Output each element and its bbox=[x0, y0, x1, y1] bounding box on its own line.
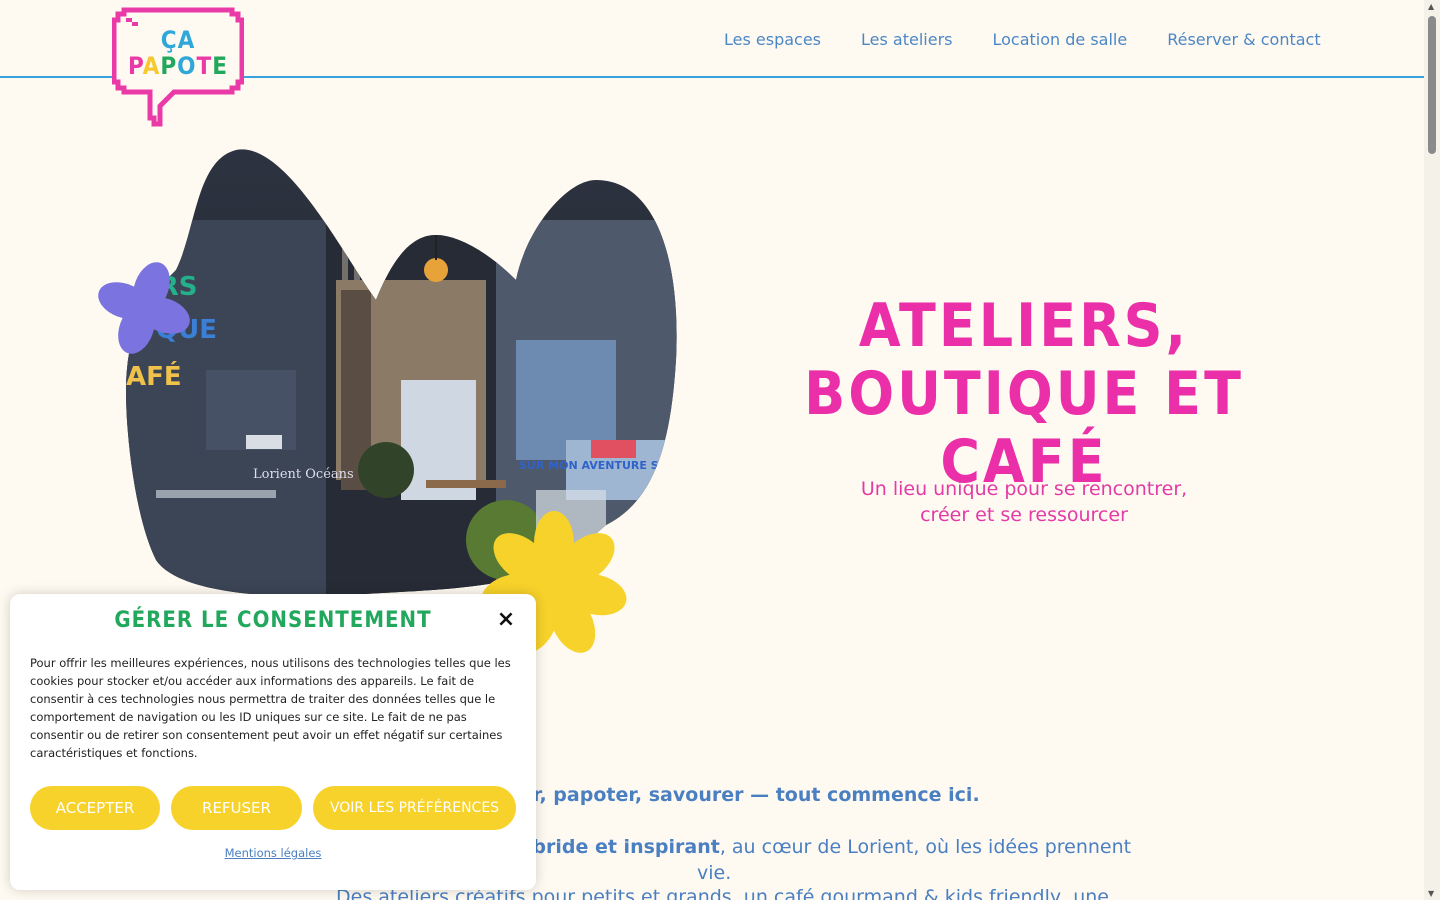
consent-title: GÉRER LE CONSENTEMENT bbox=[114, 608, 432, 633]
intro-tagline: er, papoter, savourer — tout commence ic… bbox=[520, 784, 980, 806]
logo-line2: PAPOTE bbox=[112, 54, 244, 78]
logo-letter: A bbox=[142, 52, 161, 80]
accept-button[interactable]: Accepter bbox=[30, 786, 160, 830]
intro-paragraph-line3: vie. bbox=[697, 862, 732, 884]
logo-letter: O bbox=[177, 52, 197, 80]
intro-rest: , au cœur de Lorient, où les idées prenn… bbox=[719, 836, 1132, 858]
close-icon[interactable]: × bbox=[494, 608, 518, 632]
logo-line1: ÇA bbox=[160, 26, 196, 54]
nav-espaces[interactable]: Les espaces bbox=[724, 30, 821, 50]
chevron-down-icon[interactable]: ▼ bbox=[1428, 889, 1434, 898]
refuse-button[interactable]: Refuser bbox=[171, 786, 302, 830]
logo-letter: P bbox=[160, 52, 178, 80]
hero-title: ATELIERS, BOUTIQUE ET CAFÉ bbox=[740, 292, 1308, 496]
nav-location[interactable]: Location de salle bbox=[992, 30, 1127, 50]
preferences-button[interactable]: Voir les préférences bbox=[313, 786, 516, 830]
scroll-thumb[interactable] bbox=[1428, 16, 1436, 154]
nav-reserver-contact[interactable]: Réserver & contact bbox=[1167, 30, 1320, 50]
hero-title-line1: ATELIERS, bbox=[858, 291, 1190, 361]
hero-subtitle: Un lieu unique pour se rencontrer, créer… bbox=[824, 476, 1224, 528]
consent-text: Pour offrir les meilleures expériences, … bbox=[30, 656, 511, 760]
photo-caption: Lorient Océans bbox=[253, 467, 354, 482]
main-nav: Les espaces Les ateliers Location de sal… bbox=[724, 30, 1321, 50]
logo-letter: T bbox=[196, 52, 213, 80]
consent-modal: GÉRER LE CONSENTEMENT × Pour offrir les … bbox=[10, 594, 536, 890]
intro-bold: ybride et inspirant bbox=[520, 836, 720, 858]
scrollbar[interactable]: ▲ ▼ bbox=[1424, 0, 1440, 900]
chevron-up-icon[interactable]: ▲ bbox=[1428, 2, 1434, 11]
poster-text: SUR MON AVENTURE SU bbox=[519, 459, 668, 472]
nav-ateliers[interactable]: Les ateliers bbox=[861, 30, 952, 50]
legal-link[interactable]: Mentions légales bbox=[10, 846, 536, 860]
hero-subtitle-line1: Un lieu unique pour se rencontrer, bbox=[860, 478, 1188, 500]
window-sign-3: AFÉ bbox=[126, 360, 182, 392]
logo-letter: P bbox=[127, 52, 143, 80]
logo[interactable]: ÇA PAPOTE bbox=[111, 6, 245, 128]
logo-letter: E bbox=[212, 52, 229, 80]
intro-paragraph-line: ybride et inspirant, au cœur de Lorient,… bbox=[520, 836, 1131, 858]
hero-subtitle-line2: créer et se ressourcer bbox=[920, 504, 1128, 526]
